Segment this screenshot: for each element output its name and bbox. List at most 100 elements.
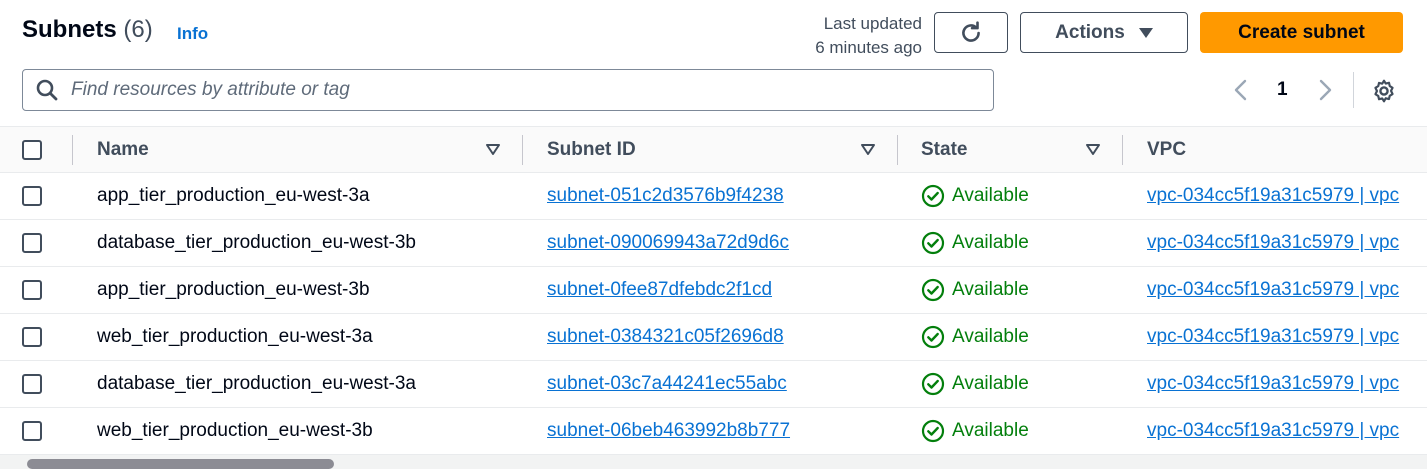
subnet-id-cell: subnet-0fee87dfebdc2f1cd bbox=[547, 267, 867, 313]
row-select-cell bbox=[22, 173, 44, 219]
row-checkbox[interactable] bbox=[22, 233, 42, 253]
state-label: Available bbox=[952, 279, 1029, 300]
table-body: app_tier_production_eu-west-3a subnet-05… bbox=[0, 173, 1427, 455]
row-checkbox[interactable] bbox=[22, 327, 42, 347]
sort-caret-icon[interactable] bbox=[1085, 143, 1101, 157]
last-updated-time: 6 minutes ago bbox=[815, 38, 922, 57]
subnet-name: app_tier_production_eu-west-3b bbox=[97, 279, 370, 300]
column-header-state[interactable]: State bbox=[921, 127, 1111, 172]
subnet-name: database_tier_production_eu-west-3a bbox=[97, 373, 416, 394]
vpc-link[interactable]: vpc-034cc5f19a31c5979 | vpc bbox=[1147, 420, 1399, 442]
vpc-cell: vpc-034cc5f19a31c5979 | vpc bbox=[1147, 314, 1427, 360]
page-header: Subnets (6) Info Last updated 6 minutes … bbox=[0, 0, 1427, 126]
column-divider bbox=[1122, 135, 1123, 165]
select-all-cell bbox=[22, 127, 44, 172]
state-cell: Available bbox=[921, 361, 1111, 407]
chevron-right-icon bbox=[1319, 79, 1332, 101]
row-checkbox[interactable] bbox=[22, 186, 42, 206]
sort-caret-icon[interactable] bbox=[485, 143, 501, 157]
subnet-name: web_tier_production_eu-west-3b bbox=[97, 420, 373, 441]
column-header-vpc[interactable]: VPC bbox=[1147, 127, 1427, 172]
state-cell: Available bbox=[921, 267, 1111, 313]
horizontal-scrollbar[interactable] bbox=[0, 455, 1427, 469]
refresh-button[interactable] bbox=[934, 12, 1008, 53]
subnet-id-link[interactable]: subnet-03c7a44241ec55abc bbox=[547, 373, 787, 395]
state-label: Available bbox=[952, 420, 1029, 441]
column-divider bbox=[72, 135, 73, 165]
subnet-id-link[interactable]: subnet-090069943a72d9d6c bbox=[547, 232, 789, 254]
subnet-id-link[interactable]: subnet-0384321c05f2696d8 bbox=[547, 326, 784, 348]
subnet-id-cell: subnet-06beb463992b8b777 bbox=[547, 408, 867, 454]
row-checkbox[interactable] bbox=[22, 421, 42, 441]
previous-page-button[interactable] bbox=[1230, 78, 1252, 107]
preferences-button[interactable] bbox=[1371, 78, 1397, 109]
caret-down-icon bbox=[1138, 27, 1153, 38]
table-row[interactable]: web_tier_production_eu-west-3a subnet-03… bbox=[0, 314, 1427, 361]
sort-caret-icon[interactable] bbox=[860, 143, 876, 157]
info-link[interactable]: Info bbox=[177, 24, 208, 44]
vpc-link[interactable]: vpc-034cc5f19a31c5979 | vpc bbox=[1147, 279, 1399, 301]
row-checkbox[interactable] bbox=[22, 280, 42, 300]
vpc-cell: vpc-034cc5f19a31c5979 | vpc bbox=[1147, 408, 1427, 454]
title-text: Subnets bbox=[22, 16, 117, 43]
row-checkbox[interactable] bbox=[22, 374, 42, 394]
vpc-cell: vpc-034cc5f19a31c5979 | vpc bbox=[1147, 267, 1427, 313]
vpc-link[interactable]: vpc-034cc5f19a31c5979 | vpc bbox=[1147, 326, 1399, 348]
page-title: Subnets (6) bbox=[22, 16, 153, 44]
page-number-button[interactable]: 1 bbox=[1277, 79, 1288, 101]
row-select-cell bbox=[22, 267, 44, 313]
resource-count: (6) bbox=[123, 16, 153, 43]
create-subnet-button[interactable]: Create subnet bbox=[1200, 12, 1403, 53]
table-row[interactable]: web_tier_production_eu-west-3b subnet-06… bbox=[0, 408, 1427, 455]
gear-icon bbox=[1374, 79, 1394, 103]
state-label: Available bbox=[952, 326, 1029, 347]
pager-divider bbox=[1353, 72, 1354, 108]
row-select-cell bbox=[22, 314, 44, 360]
check-circle-icon bbox=[921, 184, 945, 208]
state-cell: Available bbox=[921, 220, 1111, 266]
check-circle-icon bbox=[921, 325, 945, 349]
select-all-checkbox[interactable] bbox=[22, 139, 42, 160]
subnet-id-link[interactable]: subnet-0fee87dfebdc2f1cd bbox=[547, 279, 772, 301]
subnet-id-link[interactable]: subnet-051c2d3576b9f4238 bbox=[547, 185, 784, 207]
chevron-left-icon bbox=[1234, 79, 1247, 101]
next-page-button[interactable] bbox=[1314, 78, 1336, 107]
actions-dropdown-button[interactable]: Actions bbox=[1020, 12, 1188, 53]
check-circle-icon bbox=[921, 372, 945, 396]
state-label: Available bbox=[952, 232, 1029, 253]
state-cell: Available bbox=[921, 173, 1111, 219]
check-circle-icon bbox=[921, 231, 945, 255]
column-header-subnet-id[interactable]: Subnet ID bbox=[547, 127, 867, 172]
row-select-cell bbox=[22, 361, 44, 407]
subnet-name: app_tier_production_eu-west-3a bbox=[97, 185, 370, 206]
subnet-id-cell: subnet-051c2d3576b9f4238 bbox=[547, 173, 867, 219]
search-field[interactable] bbox=[22, 69, 994, 111]
search-input[interactable] bbox=[71, 79, 971, 101]
subnet-name: database_tier_production_eu-west-3b bbox=[97, 232, 416, 253]
search-icon bbox=[36, 79, 58, 101]
state-label: Available bbox=[952, 185, 1029, 206]
column-divider bbox=[897, 135, 898, 165]
check-circle-icon bbox=[921, 278, 945, 302]
table-row[interactable]: app_tier_production_eu-west-3a subnet-05… bbox=[0, 173, 1427, 220]
table-row[interactable]: database_tier_production_eu-west-3a subn… bbox=[0, 361, 1427, 408]
row-select-cell bbox=[22, 408, 44, 454]
vpc-link[interactable]: vpc-034cc5f19a31c5979 | vpc bbox=[1147, 232, 1399, 254]
table-row[interactable]: database_tier_production_eu-west-3b subn… bbox=[0, 220, 1427, 267]
subnet-id-cell: subnet-0384321c05f2696d8 bbox=[547, 314, 867, 360]
actions-label: Actions bbox=[1055, 21, 1125, 43]
vpc-cell: vpc-034cc5f19a31c5979 | vpc bbox=[1147, 220, 1427, 266]
subnet-id-link[interactable]: subnet-06beb463992b8b777 bbox=[547, 420, 790, 442]
state-cell: Available bbox=[921, 408, 1111, 454]
scrollbar-thumb[interactable] bbox=[27, 459, 334, 469]
row-select-cell bbox=[22, 220, 44, 266]
vpc-link[interactable]: vpc-034cc5f19a31c5979 | vpc bbox=[1147, 373, 1399, 395]
subnets-table: Name Subnet ID State VPC app_tier_produc… bbox=[0, 126, 1427, 455]
refresh-icon bbox=[962, 20, 980, 42]
subnet-id-cell: subnet-090069943a72d9d6c bbox=[547, 220, 867, 266]
vpc-link[interactable]: vpc-034cc5f19a31c5979 | vpc bbox=[1147, 185, 1399, 207]
last-updated-label: Last updated bbox=[823, 14, 922, 33]
column-header-name[interactable]: Name bbox=[97, 127, 507, 172]
table-row[interactable]: app_tier_production_eu-west-3b subnet-0f… bbox=[0, 267, 1427, 314]
last-updated-text: Last updated 6 minutes ago bbox=[815, 12, 922, 60]
